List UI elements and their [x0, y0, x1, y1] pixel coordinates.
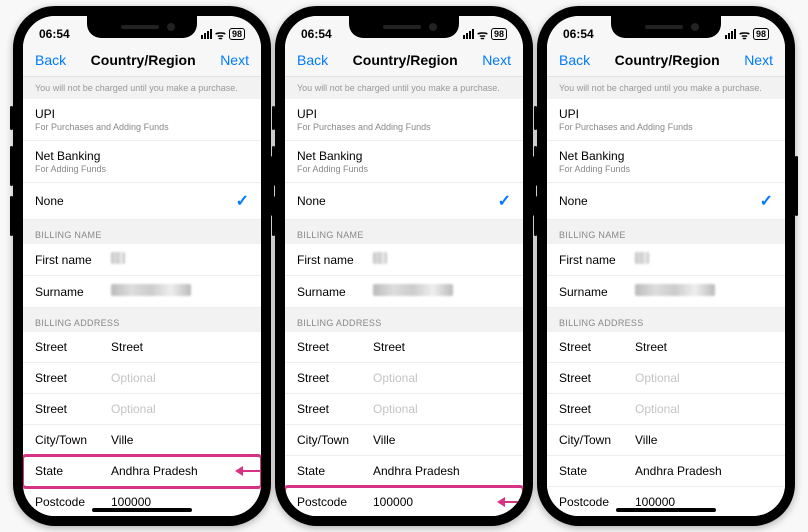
phone-frame: 06:54 ᯤ 98 Back Country/Region Next You …: [275, 6, 533, 526]
check-icon: ✓: [236, 191, 249, 211]
nav-bar: Back Country/Region Next: [285, 46, 523, 77]
status-time: 06:54: [301, 27, 341, 41]
street-field-3[interactable]: StreetOptional: [285, 394, 523, 425]
hint-text: You will not be charged until you make a…: [547, 77, 785, 99]
state-field[interactable]: StateAndhra Pradesh: [23, 456, 261, 487]
payment-none[interactable]: None✓: [285, 183, 523, 220]
status-time: 06:54: [563, 27, 603, 41]
payment-upi[interactable]: UPIFor Purchases and Adding Funds: [547, 99, 785, 141]
surname-field[interactable]: Surname: [23, 276, 261, 308]
hint-text: You will not be charged until you make a…: [285, 77, 523, 99]
surname-field[interactable]: Surname: [547, 276, 785, 308]
street-field-2[interactable]: StreetOptional: [285, 363, 523, 394]
check-icon: ✓: [498, 191, 511, 211]
payment-upi[interactable]: UPIFor Purchases and Adding Funds: [23, 99, 261, 141]
section-billing-name: BILLING NAME: [547, 220, 785, 244]
street-field-3[interactable]: StreetOptional: [23, 394, 261, 425]
payment-netbanking[interactable]: Net BankingFor Adding Funds: [285, 141, 523, 183]
phone-frame: 06:54 ᯤ 98 Back Country/Region Next You …: [537, 6, 795, 526]
first-name-field[interactable]: First name: [547, 244, 785, 276]
screen: 06:54 ᯤ 98 Back Country/Region Next You …: [547, 16, 785, 516]
battery-icon: 98: [491, 28, 507, 40]
page-title: Country/Region: [91, 52, 196, 68]
wifi-icon: ᯤ: [215, 26, 226, 43]
status-time: 06:54: [39, 27, 79, 41]
screen: 06:54 ᯤ 98 Back Country/Region Next You …: [23, 16, 261, 516]
wifi-icon: ᯤ: [739, 26, 750, 43]
payment-netbanking[interactable]: Net BankingFor Adding Funds: [547, 141, 785, 183]
city-field[interactable]: City/TownVille: [547, 425, 785, 456]
section-billing-name: BILLING NAME: [285, 220, 523, 244]
street-field-3[interactable]: StreetOptional: [547, 394, 785, 425]
nav-bar: Back Country/Region Next: [23, 46, 261, 77]
signal-icon: [463, 29, 474, 39]
page-title: Country/Region: [353, 52, 458, 68]
next-button[interactable]: Next: [220, 52, 249, 68]
street-field-1[interactable]: StreetStreet: [547, 332, 785, 363]
screen: 06:54 ᯤ 98 Back Country/Region Next You …: [285, 16, 523, 516]
first-name-field[interactable]: First name: [23, 244, 261, 276]
wifi-icon: ᯤ: [477, 26, 488, 43]
hint-text: You will not be charged until you make a…: [23, 77, 261, 99]
notch: [87, 16, 197, 38]
surname-field[interactable]: Surname: [285, 276, 523, 308]
back-button[interactable]: Back: [297, 52, 328, 68]
section-billing-address: BILLING ADDRESS: [23, 308, 261, 332]
payment-netbanking[interactable]: Net BankingFor Adding Funds: [23, 141, 261, 183]
check-icon: ✓: [760, 191, 773, 211]
signal-icon: [201, 29, 212, 39]
payment-upi[interactable]: UPIFor Purchases and Adding Funds: [285, 99, 523, 141]
city-field[interactable]: City/TownVille: [285, 425, 523, 456]
section-billing-name: BILLING NAME: [23, 220, 261, 244]
next-button[interactable]: Next: [482, 52, 511, 68]
postcode-field[interactable]: Postcode100000: [285, 487, 523, 516]
home-indicator: [616, 508, 716, 512]
section-billing-address: BILLING ADDRESS: [547, 308, 785, 332]
payment-none[interactable]: None✓: [547, 183, 785, 220]
city-field[interactable]: City/TownVille: [23, 425, 261, 456]
notch: [611, 16, 721, 38]
street-field-2[interactable]: StreetOptional: [23, 363, 261, 394]
state-field[interactable]: StateAndhra Pradesh: [285, 456, 523, 487]
payment-none[interactable]: None✓: [23, 183, 261, 220]
nav-bar: Back Country/Region Next: [547, 46, 785, 77]
back-button[interactable]: Back: [35, 52, 66, 68]
back-button[interactable]: Back: [559, 52, 590, 68]
signal-icon: [725, 29, 736, 39]
street-field-1[interactable]: StreetStreet: [285, 332, 523, 363]
notch: [349, 16, 459, 38]
home-indicator: [92, 508, 192, 512]
state-field[interactable]: StateAndhra Pradesh: [547, 456, 785, 487]
next-button[interactable]: Next: [744, 52, 773, 68]
street-field-2[interactable]: StreetOptional: [547, 363, 785, 394]
first-name-field[interactable]: First name: [285, 244, 523, 276]
battery-icon: 98: [753, 28, 769, 40]
page-title: Country/Region: [615, 52, 720, 68]
section-billing-address: BILLING ADDRESS: [285, 308, 523, 332]
street-field-1[interactable]: StreetStreet: [23, 332, 261, 363]
phone-frame: 06:54 ᯤ 98 Back Country/Region Next You …: [13, 6, 271, 526]
battery-icon: 98: [229, 28, 245, 40]
